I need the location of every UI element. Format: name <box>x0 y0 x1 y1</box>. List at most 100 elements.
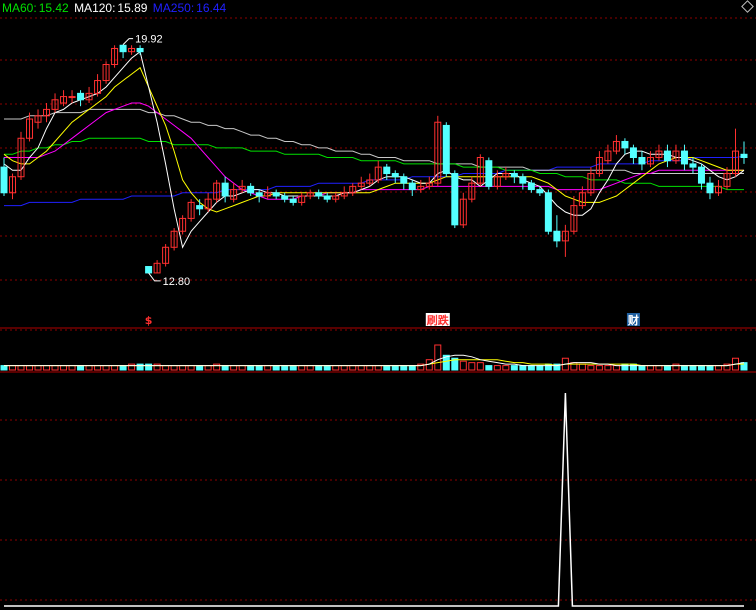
volume-bar <box>714 365 722 371</box>
ma-legend: MA60: 15.42 MA120: 15.89 MA250: 16.44 <box>2 1 228 15</box>
volume-bar <box>170 365 178 371</box>
volume-bar <box>179 365 187 371</box>
candle-body <box>663 150 671 162</box>
news-marker-2: 财 <box>627 313 639 327</box>
volume-bar <box>383 365 391 371</box>
candle-body <box>391 173 399 178</box>
volume-bar <box>502 365 510 371</box>
candle-body <box>740 153 748 158</box>
volume-bar <box>255 365 263 371</box>
volume-bar <box>196 365 204 371</box>
candle-body <box>638 157 646 165</box>
volume-bar <box>519 365 527 371</box>
legend-ma60-value: 15.42 <box>38 1 69 15</box>
volume-bar <box>468 362 476 371</box>
volume-bar <box>34 365 42 371</box>
volume-bar <box>587 365 595 371</box>
candle-body <box>323 195 331 200</box>
volume-bar <box>272 365 280 371</box>
volume-bar <box>604 365 612 371</box>
indicator-line <box>4 392 744 607</box>
candle-body <box>510 173 518 178</box>
high-pointer <box>122 38 134 45</box>
low-price-label: 12.80 <box>163 276 191 288</box>
candle-body <box>408 182 416 191</box>
candle-body <box>221 182 229 197</box>
volume-bar <box>391 365 399 371</box>
volume-bar <box>68 365 76 371</box>
volume-bar <box>77 365 85 371</box>
candle-body <box>706 182 714 194</box>
candle-body <box>315 192 323 197</box>
volume-bar <box>332 365 340 371</box>
volume-bar <box>612 365 620 371</box>
volume-bar <box>408 365 416 371</box>
volume-bar <box>204 365 212 371</box>
volume-bar <box>136 363 144 371</box>
volume-bar <box>689 365 697 371</box>
volume-bar <box>578 363 586 371</box>
volume-bar <box>298 365 306 371</box>
volume-bar <box>655 365 663 371</box>
volume-bar <box>349 365 357 371</box>
volume-bar <box>459 360 467 371</box>
stock-chart[interactable]: 19.92 12.80 $ 刷跌 财 <box>0 0 756 610</box>
volume-bar <box>289 365 297 371</box>
volume-bar <box>0 365 8 371</box>
volume-bar <box>119 365 127 371</box>
volume-bar <box>153 363 161 371</box>
volume-bar <box>230 365 238 371</box>
volume-bar <box>366 365 374 371</box>
candle-body <box>77 92 85 101</box>
volume-bar <box>536 365 544 371</box>
volume-bar <box>315 365 323 371</box>
volume-bar <box>544 363 552 371</box>
legend-ma250-value: 16.44 <box>196 1 227 15</box>
candle-body <box>451 173 459 226</box>
candle-body <box>400 176 408 184</box>
volume-bar <box>340 365 348 371</box>
candle-body <box>442 124 450 175</box>
volume-bar <box>485 365 493 371</box>
volume-bar <box>680 365 688 371</box>
candle-body <box>527 182 535 191</box>
volume-bar <box>510 365 518 371</box>
volume-bar <box>672 363 680 371</box>
volume-bar <box>94 365 102 371</box>
candle-body <box>383 166 391 175</box>
volume-bar <box>374 365 382 371</box>
candle-body <box>255 192 263 197</box>
candle-body <box>0 166 8 194</box>
legend-ma60-label: MA60: <box>2 1 37 15</box>
volume-bar <box>238 365 246 371</box>
volume-bar <box>85 365 93 371</box>
volume-bar <box>43 365 51 371</box>
volume-bar <box>595 365 603 371</box>
candle-body <box>272 192 280 197</box>
candle-body <box>68 96 76 99</box>
volume-bar <box>434 344 442 371</box>
volume-bar <box>9 365 17 371</box>
volume-bar <box>400 365 408 371</box>
volume-bar <box>281 365 289 371</box>
volume-bar <box>493 365 501 371</box>
candle-body <box>621 140 629 149</box>
volume-bar <box>706 365 714 371</box>
candle-body <box>689 163 697 168</box>
candle-body <box>136 47 144 53</box>
candle-body <box>119 44 127 53</box>
volume-bar <box>663 365 671 371</box>
volume-bar <box>264 365 272 371</box>
high-price-label: 19.92 <box>135 34 163 46</box>
candle-body <box>289 198 297 203</box>
volume-bar <box>213 363 221 371</box>
volume-bar <box>476 362 484 371</box>
volume-bar <box>646 365 654 371</box>
candle-body <box>247 185 255 194</box>
candle-body <box>629 147 637 158</box>
volume-bar <box>187 365 195 371</box>
volume-bar <box>102 365 110 371</box>
volume-bar <box>629 363 637 371</box>
volume-bar <box>638 365 646 371</box>
volume-bar <box>221 365 229 371</box>
